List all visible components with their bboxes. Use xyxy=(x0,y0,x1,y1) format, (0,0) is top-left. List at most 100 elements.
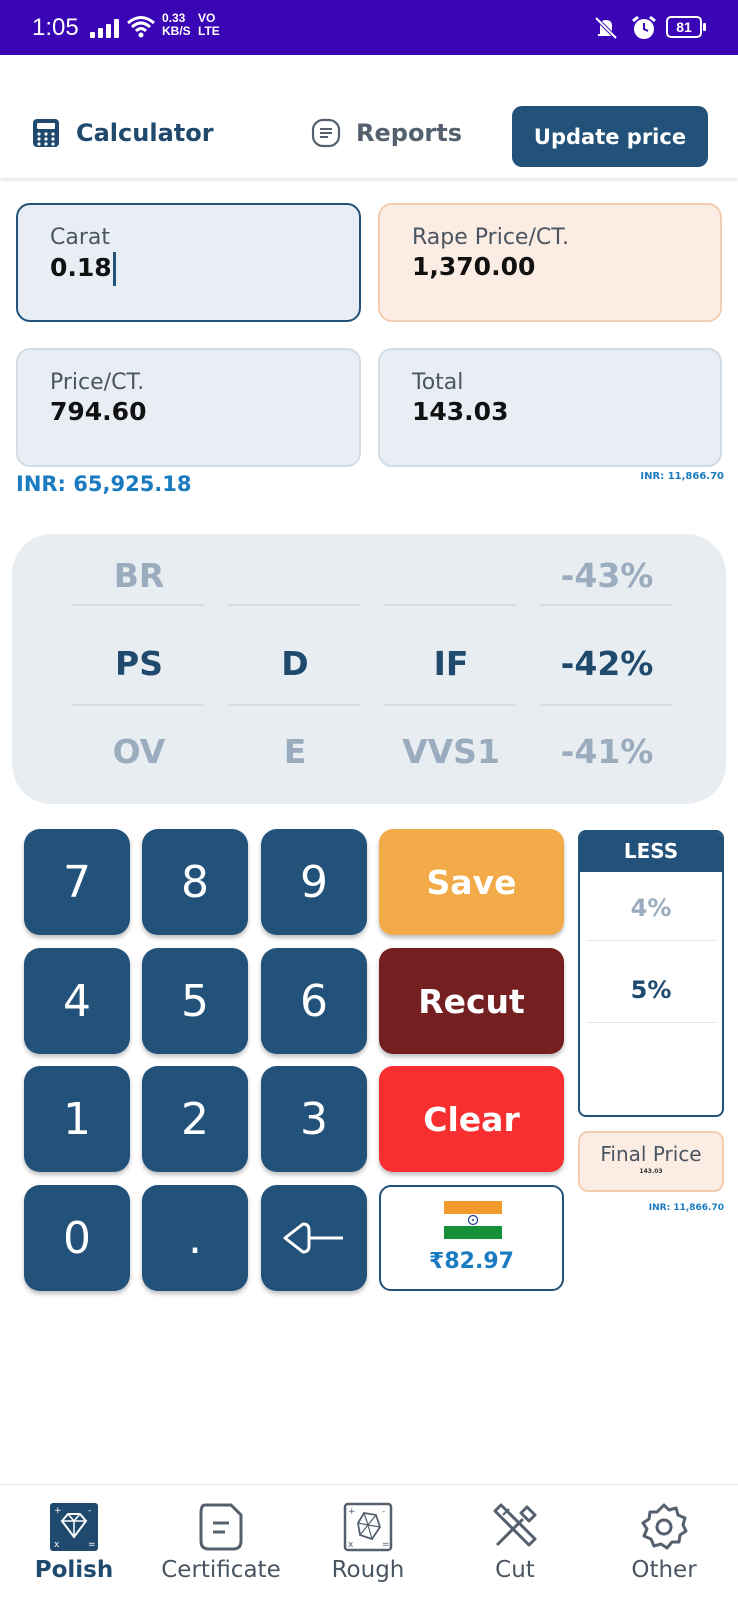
top-header: Calculator Reports Update price xyxy=(0,55,738,178)
nav-other-label: Other xyxy=(631,1557,697,1583)
picker-color-selected[interactable]: D xyxy=(228,644,362,683)
key-0[interactable]: 0 xyxy=(24,1185,130,1291)
key-4[interactable]: 4 xyxy=(24,948,130,1054)
price-per-ct-field[interactable]: Price/CT. 794.60 xyxy=(16,348,361,467)
recut-button[interactable]: Recut xyxy=(379,948,564,1054)
tab-reports-label: Reports xyxy=(356,119,463,147)
tab-calculator[interactable]: Calculator xyxy=(30,117,214,149)
backspace-icon xyxy=(283,1222,343,1254)
picker-divider xyxy=(72,604,204,606)
svg-text:x: x xyxy=(348,1540,354,1550)
alarm-icon xyxy=(632,15,656,39)
carat-value: 0.18 xyxy=(50,253,112,282)
svg-text:+: + xyxy=(54,1506,62,1516)
battery-icon: 81 xyxy=(666,16,706,38)
gear-icon xyxy=(641,1503,688,1550)
nav-certificate[interactable]: Certificate xyxy=(151,1501,291,1583)
net-type: VO LTE xyxy=(198,12,220,38)
picker-shape[interactable]: BR xyxy=(72,556,206,595)
status-time: 1:05 xyxy=(32,14,79,41)
text-cursor xyxy=(112,252,116,286)
diamond-calculator-icon: + - x = xyxy=(50,1503,98,1551)
backspace-button[interactable] xyxy=(261,1185,367,1291)
less-divider xyxy=(586,1022,716,1023)
picker-shape-selected[interactable]: PS xyxy=(72,644,206,683)
picker-color[interactable]: E xyxy=(228,732,362,771)
nav-certificate-label: Certificate xyxy=(161,1557,281,1583)
key-7[interactable]: 7 xyxy=(24,829,130,935)
less-panel[interactable]: LESS 4% 5% xyxy=(578,830,724,1117)
net-speed-unit: KB/S xyxy=(162,24,191,38)
nav-polish-label: Polish xyxy=(34,1557,114,1583)
final-price-box: Final Price 143.03 xyxy=(578,1131,724,1192)
bottom-nav: + - x = Polish Certificate + - x = Rough xyxy=(0,1484,738,1600)
key-9[interactable]: 9 xyxy=(261,829,367,935)
rape-price-value: 1,370.00 xyxy=(412,252,536,281)
net-speed: 0.33 KB/S xyxy=(162,12,191,38)
key-8[interactable]: 8 xyxy=(142,829,248,935)
carat-value-row: 0.18 xyxy=(50,252,327,286)
reports-icon xyxy=(311,118,341,148)
status-bar: 1:05 0.33 KB/S VO LTE 81 xyxy=(0,0,738,55)
save-button[interactable]: Save xyxy=(379,829,564,935)
currency-rate: ₹82.97 xyxy=(429,1249,514,1274)
svg-text:-: - xyxy=(88,1506,91,1516)
total-label: Total xyxy=(412,370,464,395)
inr-price-value: INR: 65,925.18 xyxy=(16,472,192,496)
key-1[interactable]: 1 xyxy=(24,1066,130,1172)
carat-field[interactable]: Carat 0.18 xyxy=(16,203,361,322)
net-type-bottom: LTE xyxy=(198,24,220,38)
picker-divider xyxy=(72,704,204,706)
key-6[interactable]: 6 xyxy=(261,948,367,1054)
nav-cut[interactable]: Cut xyxy=(445,1501,585,1583)
picker-clarity[interactable]: VVS1 xyxy=(384,732,518,771)
picker-discount-selected[interactable]: -42% xyxy=(540,644,674,683)
price-per-ct-value: 794.60 xyxy=(50,397,147,426)
rough-stone-icon: + - x = xyxy=(343,1502,393,1552)
nav-polish[interactable]: + - x = Polish xyxy=(4,1501,144,1583)
final-price-inr: INR: 11,866.70 xyxy=(648,1203,724,1213)
price-per-ct-label: Price/CT. xyxy=(50,370,145,395)
key-decimal[interactable]: . xyxy=(142,1185,248,1291)
less-title: LESS xyxy=(580,832,722,872)
signal-icon xyxy=(90,18,119,38)
less-option-selected[interactable]: 5% xyxy=(580,976,722,1004)
svg-text:-: - xyxy=(382,1507,385,1517)
picker-divider xyxy=(384,604,516,606)
final-price-value: 143.03 xyxy=(639,1168,663,1175)
nav-other[interactable]: Other xyxy=(594,1501,734,1583)
svg-text:=: = xyxy=(382,1540,390,1550)
tab-reports[interactable]: Reports xyxy=(310,117,462,149)
clear-button[interactable]: Clear xyxy=(379,1066,564,1172)
svg-text:=: = xyxy=(88,1540,96,1550)
svg-text:+: + xyxy=(348,1507,356,1517)
rape-price-field[interactable]: Rape Price/CT. 1,370.00 xyxy=(378,203,722,322)
less-divider xyxy=(586,940,716,941)
key-5[interactable]: 5 xyxy=(142,948,248,1054)
calculator-icon xyxy=(33,119,59,147)
picker-clarity-selected[interactable]: IF xyxy=(384,644,518,683)
currency-button[interactable]: ₹82.97 xyxy=(379,1185,564,1291)
nav-rough-label: Rough xyxy=(331,1557,405,1583)
less-option[interactable]: 4% xyxy=(580,894,722,922)
tab-calculator-label: Calculator xyxy=(76,119,214,147)
carat-label: Carat xyxy=(50,225,110,250)
update-price-button[interactable]: Update price xyxy=(512,106,708,167)
key-3[interactable]: 3 xyxy=(261,1066,367,1172)
key-2[interactable]: 2 xyxy=(142,1066,248,1172)
nav-rough[interactable]: + - x = Rough xyxy=(298,1501,438,1583)
svg-text:x: x xyxy=(54,1540,60,1550)
total-field[interactable]: Total 143.03 xyxy=(378,348,722,467)
picker-discount[interactable]: -43% xyxy=(540,556,674,595)
mute-icon xyxy=(594,16,618,40)
nav-cut-label: Cut xyxy=(495,1557,535,1583)
picker-shape[interactable]: OV xyxy=(72,732,206,771)
picker-divider xyxy=(540,604,672,606)
picker-divider xyxy=(228,704,360,706)
picker-discount[interactable]: -41% xyxy=(540,732,674,771)
final-price-label: Final Price xyxy=(600,1142,702,1166)
total-value: 143.03 xyxy=(412,397,509,426)
picker-divider xyxy=(384,704,516,706)
diamond-picker[interactable]: BR -43% PS D IF -42% OV E VVS1 -41% xyxy=(12,534,726,804)
tools-icon xyxy=(493,1503,537,1547)
